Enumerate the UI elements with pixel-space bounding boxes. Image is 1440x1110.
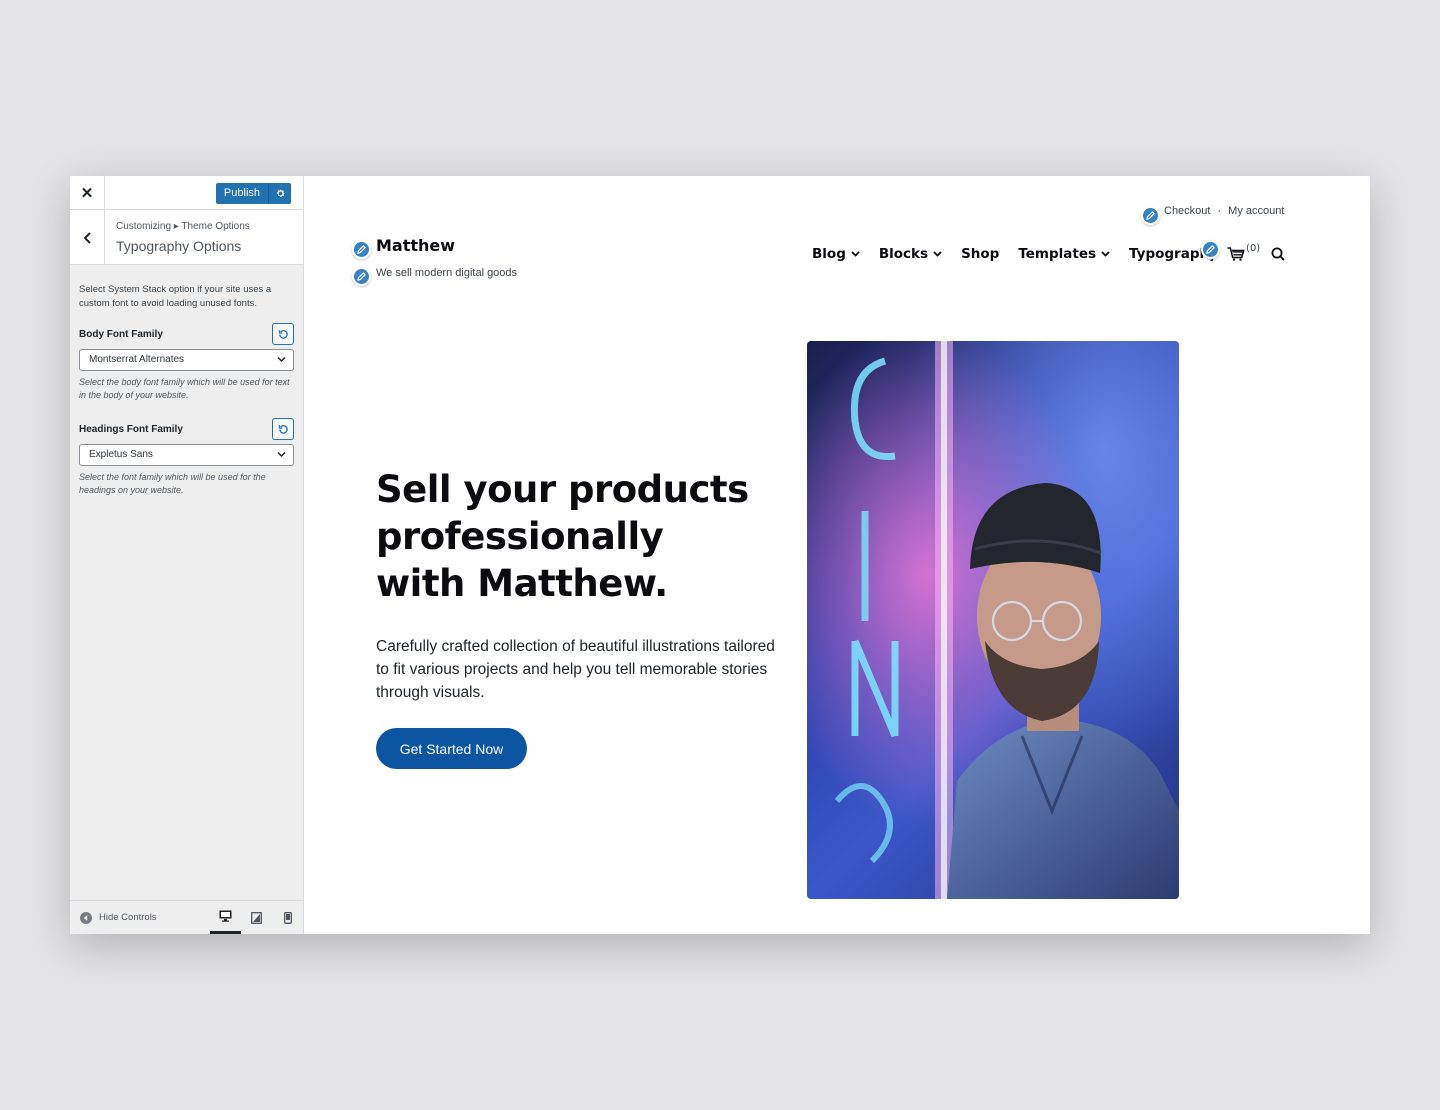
pencil-icon (1146, 211, 1155, 220)
headings-font-description: Select the font family which will be use… (79, 472, 266, 495)
nav-item-shop[interactable]: Shop (961, 246, 999, 262)
mobile-icon (283, 911, 292, 924)
section-header: Customizing ▸ Theme Options Typography O… (70, 210, 303, 265)
headings-font-select[interactable]: Expletus Sans (79, 444, 294, 466)
checkout-link[interactable]: Checkout (1164, 205, 1210, 217)
headings-font-value: Expletus Sans (89, 449, 153, 460)
breadcrumb: Customizing ▸ Theme Options (116, 221, 250, 232)
site-tagline: We sell modern digital goods (376, 267, 518, 279)
customizer-sidebar: ✕ Publish Customizing ▸ Theme Options Ty… (70, 176, 304, 934)
site-preview: Checkout · My account Matthew We sell mo… (304, 176, 1370, 934)
hide-controls-button[interactable]: Hide Controls (80, 911, 157, 924)
close-customizer-button[interactable]: ✕ (70, 176, 105, 210)
hero-title: Sell your products professionally with M… (376, 468, 749, 605)
edit-shortcut-nav-menu[interactable] (1201, 240, 1220, 259)
publish-settings-button[interactable] (269, 183, 291, 204)
site-title[interactable]: Matthew (376, 236, 455, 255)
nav-item-label: Templates (1018, 246, 1097, 262)
top-link-separator: · (1217, 205, 1222, 217)
headings-font-field: Headings Font Family Expletus Sans Selec… (79, 418, 294, 497)
customizer-footer: Hide Controls (70, 900, 303, 934)
headings-font-label: Headings Font Family (79, 423, 183, 435)
body-font-label: Body Font Family (79, 328, 163, 340)
desktop-icon (219, 910, 232, 922)
my-account-link[interactable]: My account (1228, 205, 1284, 217)
collapse-arrow-icon (80, 911, 92, 924)
portrait-illustration (807, 341, 1179, 899)
publish-button[interactable]: Publish (216, 183, 269, 204)
top-links: Checkout · My account (1164, 205, 1284, 217)
chevron-down-icon (277, 356, 286, 363)
body-font-field: Body Font Family Montserrat Alternates S… (79, 323, 294, 402)
close-icon: ✕ (80, 185, 94, 202)
nav-item-blog[interactable]: Blog (812, 246, 860, 262)
hero-image (807, 341, 1179, 899)
undo-icon (278, 329, 288, 339)
search-icon (1271, 247, 1285, 261)
section-body: Select System Stack option if your site … (70, 283, 303, 497)
device-switcher (210, 901, 303, 934)
browser-window: ✕ Publish Customizing ▸ Theme Options Ty… (70, 176, 1370, 934)
cart-count: (0) (1246, 243, 1261, 254)
cart-icon (1227, 247, 1245, 261)
search-button[interactable] (1271, 247, 1285, 261)
undo-icon (278, 424, 288, 434)
body-font-reset-button[interactable] (272, 323, 294, 345)
chevron-down-icon (851, 251, 860, 257)
nav-item-label: Blog (812, 246, 846, 262)
headings-font-reset-button[interactable] (272, 418, 294, 440)
back-button[interactable] (70, 210, 105, 265)
chevron-left-icon (83, 231, 91, 244)
edit-shortcut-top-menu[interactable] (1141, 206, 1160, 225)
nav-item-templates[interactable]: Templates (1018, 246, 1110, 262)
cart-link[interactable]: (0) (1227, 243, 1260, 261)
body-font-description: Select the body font family which will b… (79, 377, 290, 400)
publish-group: Publish (215, 183, 291, 204)
device-mobile-button[interactable] (272, 901, 303, 934)
nav-item-label: Blocks (878, 246, 929, 262)
device-tablet-button[interactable] (241, 901, 272, 934)
hide-controls-label: Hide Controls (99, 912, 157, 923)
pencil-icon (357, 272, 366, 281)
body-font-value: Montserrat Alternates (89, 354, 185, 365)
chevron-down-icon (933, 251, 942, 257)
device-desktop-button[interactable] (210, 901, 241, 934)
hero-text: Carefully crafted collection of beautifu… (376, 638, 775, 701)
nav-item-label: Shop (961, 246, 1000, 262)
edit-shortcut-tagline[interactable] (352, 267, 371, 286)
section-title: Typography Options (116, 238, 242, 254)
chevron-down-icon (1101, 251, 1110, 257)
edit-shortcut-site-title[interactable] (352, 240, 371, 259)
chevron-down-icon (277, 451, 286, 458)
customizer-header: ✕ Publish (70, 176, 303, 210)
pencil-icon (357, 245, 366, 254)
body-font-select[interactable]: Montserrat Alternates (79, 349, 294, 371)
gear-icon (276, 189, 285, 197)
section-intro: Select System Stack option if your site … (79, 284, 272, 309)
tablet-icon (251, 911, 262, 924)
nav-item-blocks[interactable]: Blocks (879, 246, 942, 262)
pencil-icon (1206, 245, 1215, 254)
get-started-button[interactable]: Get Started Now (376, 728, 527, 769)
